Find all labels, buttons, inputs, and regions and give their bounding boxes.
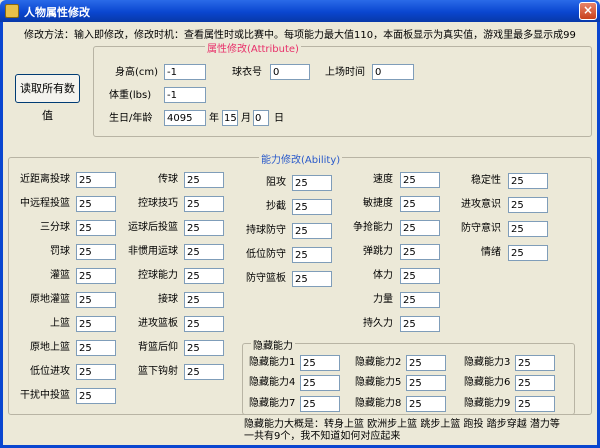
window-frame-left <box>0 22 3 448</box>
hidden-ability-label: 隐藏能力6 <box>464 377 511 388</box>
hidden-ability-label: 隐藏能力3 <box>464 357 511 368</box>
ability-label: 进攻意识 <box>461 199 501 210</box>
hidden-ability-input[interactable] <box>406 396 446 412</box>
height-label: 身高(cm) <box>115 67 159 78</box>
ability-label: 低位防守 <box>246 249 286 260</box>
hidden-ability-label: 隐藏能力9 <box>464 398 511 409</box>
height-input[interactable] <box>164 64 206 80</box>
hidden-ability-input[interactable] <box>300 396 340 412</box>
ability-label: 接球 <box>158 294 178 305</box>
ability-input[interactable] <box>184 364 224 380</box>
ability-label: 原地灌篮 <box>30 294 70 305</box>
ability-label: 力量 <box>373 294 393 305</box>
ability-label: 体力 <box>373 270 393 281</box>
hidden-ability-input[interactable] <box>515 355 555 371</box>
ability-label: 近距离投球 <box>20 174 70 185</box>
jersey-number-label: 球衣号 <box>232 67 262 78</box>
usage-hint: 修改方法：输入即修改，修改时机：查看属性时或比赛中。每项能力最大值110，本面板… <box>24 30 576 41</box>
hidden-ability-input[interactable] <box>515 396 555 412</box>
birth-day-input[interactable] <box>253 110 269 126</box>
hidden-ability-label: 隐藏能力2 <box>355 357 402 368</box>
ability-label: 中远程投篮 <box>20 198 70 209</box>
day-unit: 日 <box>274 113 284 124</box>
ability-label: 防守篮板 <box>246 273 286 284</box>
playtime-label: 上场时间 <box>325 67 365 78</box>
ability-input[interactable] <box>184 316 224 332</box>
window-title: 人物属性修改 <box>24 6 90 19</box>
ability-label: 篮下钩射 <box>138 366 178 377</box>
hidden-ability-label: 隐藏能力8 <box>355 398 402 409</box>
ability-label: 罚球 <box>50 246 70 257</box>
hidden-ability-legend: 隐藏能力 <box>251 337 295 352</box>
birth-year-input[interactable] <box>164 110 206 126</box>
playtime-input[interactable] <box>372 64 414 80</box>
ability-input[interactable] <box>508 173 548 189</box>
ability-label: 持久力 <box>363 318 393 329</box>
ability-label: 原地上篮 <box>30 342 70 353</box>
hidden-ability-input[interactable] <box>300 375 340 391</box>
close-button[interactable]: × <box>579 2 597 20</box>
hidden-ability-label: 隐藏能力1 <box>249 357 296 368</box>
hidden-ability-input[interactable] <box>406 355 446 371</box>
ability-label: 进攻篮板 <box>138 318 178 329</box>
ability-input[interactable] <box>400 292 440 308</box>
year-unit: 年 <box>209 113 219 124</box>
ability-label: 争抢能力 <box>353 222 393 233</box>
hidden-ability-input[interactable] <box>515 375 555 391</box>
ability-input[interactable] <box>184 340 224 356</box>
hidden-ability-label: 隐藏能力5 <box>355 377 402 388</box>
ability-label: 稳定性 <box>471 175 501 186</box>
hidden-ability-input[interactable] <box>406 375 446 391</box>
month-unit: 月 <box>241 113 251 124</box>
app-icon <box>5 4 19 18</box>
title-bar: 人物属性修改 × <box>0 0 600 22</box>
ability-label: 灌篮 <box>50 270 70 281</box>
birth-month-input[interactable] <box>222 110 238 126</box>
ability-label: 上篮 <box>50 318 70 329</box>
weight-label: 体重(lbs) <box>109 90 152 101</box>
ability-label: 速度 <box>373 174 393 185</box>
ability-label: 运球后投篮 <box>128 222 178 233</box>
ability-label: 背篮后仰 <box>138 342 178 353</box>
ability-input[interactable] <box>184 292 224 308</box>
ability-label: 防守意识 <box>461 223 501 234</box>
ability-label: 传球 <box>158 174 178 185</box>
ability-label: 三分球 <box>40 222 70 233</box>
ability-label: 非惯用运球 <box>128 246 178 257</box>
ability-input[interactable] <box>508 245 548 261</box>
hidden-ability-input[interactable] <box>300 355 340 371</box>
hidden-ability-label: 隐藏能力4 <box>249 377 296 388</box>
ability-label: 情绪 <box>481 247 501 258</box>
footnote-line-2: 一共有9个，我不知道如何对应起来 <box>244 431 401 442</box>
ability-label: 持球防守 <box>246 225 286 236</box>
ability-label: 干扰中投篮 <box>20 390 70 401</box>
ability-label: 阻攻 <box>266 177 286 188</box>
ability-label: 抄截 <box>266 201 286 212</box>
ability-legend: 能力修改(Ability) <box>259 151 343 166</box>
ability-input[interactable] <box>400 316 440 332</box>
jersey-number-input[interactable] <box>270 64 310 80</box>
ability-input[interactable] <box>400 268 440 284</box>
ability-input[interactable] <box>508 197 548 213</box>
hidden-ability-label: 隐藏能力7 <box>249 398 296 409</box>
ability-input[interactable] <box>508 221 548 237</box>
weight-input[interactable] <box>164 87 206 103</box>
attribute-legend: 属性修改(Attribute) <box>205 40 301 55</box>
ability-label: 控球技巧 <box>138 198 178 209</box>
birthday-label: 生日/年龄 <box>109 113 153 124</box>
ability-label: 低位进攻 <box>30 366 70 377</box>
read-all-values-button[interactable]: 读取所有数值 <box>15 74 80 122</box>
ability-label: 弹跳力 <box>363 246 393 257</box>
ability-input[interactable] <box>76 388 116 404</box>
ability-label: 控球能力 <box>138 270 178 281</box>
ability-label: 敏捷度 <box>363 198 393 209</box>
